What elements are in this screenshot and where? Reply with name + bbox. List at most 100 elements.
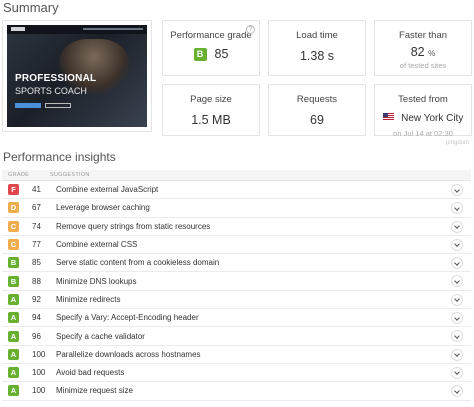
suggestion-column-header: SUGGESTION bbox=[50, 172, 90, 178]
thumbnail-subheadline: SPORTS COACH bbox=[15, 86, 87, 96]
faster-than-card: Faster than 82 % of tested sites bbox=[374, 20, 472, 76]
faster-than-unit: % bbox=[428, 49, 436, 58]
grade-badge: A bbox=[8, 312, 19, 324]
chevron-down-icon[interactable] bbox=[451, 330, 463, 343]
chevron-down-icon[interactable] bbox=[451, 257, 463, 270]
grade-badge: A bbox=[8, 293, 19, 305]
table-row[interactable]: A 94 Specify a Vary: Accept-Encoding heade… bbox=[2, 309, 471, 328]
grade-badge: A bbox=[8, 330, 19, 342]
thumbnail-navbar bbox=[7, 25, 147, 34]
load-time-label: Load time bbox=[296, 30, 338, 41]
table-row[interactable]: A 100 Avoid bad requests bbox=[2, 364, 471, 383]
chevron-down-icon[interactable] bbox=[451, 385, 463, 398]
table-row[interactable]: A 100 Parallelize downloads across hostnam… bbox=[2, 346, 471, 364]
faster-than-sub: of tested sites bbox=[399, 61, 447, 70]
faster-than-label: Faster than bbox=[398, 30, 448, 41]
table-row[interactable]: C 77 Combine external CSS bbox=[2, 236, 471, 255]
performance-grade-value: 85 bbox=[214, 47, 229, 61]
table-row[interactable]: D 67 Leverage browser caching bbox=[2, 199, 471, 218]
grade-score: 77 bbox=[32, 240, 41, 250]
grade-column-header: GRADE bbox=[8, 172, 30, 178]
suggestion-text: Parallelize downloads across hostnames bbox=[56, 349, 201, 359]
grade-badge: B bbox=[8, 257, 19, 269]
grade-score: 92 bbox=[32, 294, 41, 304]
pingdom-watermark: pingdom bbox=[446, 140, 470, 146]
insights-table: GRADE SUGGESTION F 41 Combine external Jav… bbox=[2, 170, 471, 401]
grade-badge: A bbox=[8, 385, 19, 397]
chevron-down-icon[interactable] bbox=[451, 312, 463, 325]
suggestion-text: Remove query strings from static resourc… bbox=[56, 221, 211, 231]
suggestion-text: Specify a cache validator bbox=[56, 331, 145, 341]
tested-from-label: Tested from bbox=[398, 94, 448, 105]
table-row[interactable]: F 41 Combine external JavaScript bbox=[2, 181, 471, 200]
summary-title: Summary bbox=[3, 0, 59, 15]
info-icon[interactable]: ? bbox=[246, 25, 255, 34]
suggestion-text: Minimize DNS lookups bbox=[56, 276, 137, 286]
suggestion-text: Specify a Vary: Accept-Encoding header bbox=[56, 313, 199, 323]
table-row[interactable]: C 74 Remove query strings from static reso… bbox=[2, 218, 471, 236]
tested-from-date: on Jul 14 at 02:30 bbox=[393, 129, 453, 138]
grade-badge: C bbox=[8, 239, 19, 251]
suggestion-text: Avoid bad requests bbox=[56, 368, 125, 378]
grade-badge: C bbox=[8, 220, 19, 232]
grade-score: 100 bbox=[32, 368, 46, 378]
load-time-card: Load time 1.38 s bbox=[268, 20, 366, 76]
requests-card: Requests 69 bbox=[268, 84, 366, 136]
thumbnail-button-outline bbox=[45, 103, 71, 108]
performance-grade-label: Performance grade bbox=[170, 30, 252, 41]
chevron-down-icon[interactable] bbox=[451, 366, 463, 379]
page-size-value: 1.5 MB bbox=[191, 113, 231, 127]
page-size-label: Page size bbox=[190, 94, 232, 105]
suggestion-text: Leverage browser caching bbox=[56, 203, 150, 213]
grade-score: 100 bbox=[32, 386, 46, 396]
requests-value: 69 bbox=[310, 113, 324, 127]
tested-from-city: New York City bbox=[401, 113, 464, 124]
grade-score: 67 bbox=[32, 203, 41, 213]
table-row[interactable]: B 85 Serve static content from a cookieles… bbox=[2, 254, 471, 273]
grade-score: 100 bbox=[32, 349, 46, 359]
grade-score: 96 bbox=[32, 331, 41, 341]
grade-badge: D bbox=[8, 202, 19, 214]
suggestion-text: Minimize redirects bbox=[56, 294, 121, 304]
performance-grade-card: Performance grade ? B 85 bbox=[162, 20, 260, 76]
grade-score: 85 bbox=[32, 258, 41, 268]
us-flag-icon bbox=[382, 113, 394, 121]
performance-insights-title: Performance insights bbox=[3, 150, 116, 164]
chevron-down-icon[interactable] bbox=[451, 202, 463, 215]
suggestion-text: Combine external CSS bbox=[56, 240, 138, 250]
grade-badge: B bbox=[8, 275, 19, 287]
chevron-down-icon[interactable] bbox=[451, 184, 463, 196]
suggestion-text: Minimize request size bbox=[56, 386, 133, 396]
table-row[interactable]: B 88 Minimize DNS lookups bbox=[2, 272, 471, 291]
grade-score: 94 bbox=[32, 313, 41, 323]
chevron-down-icon[interactable] bbox=[451, 293, 463, 306]
thumbnail-image: PROFESSIONAL SPORTS COACH bbox=[7, 25, 147, 127]
thumbnail-headline: PROFESSIONAL bbox=[15, 73, 97, 84]
grade-badge: F bbox=[8, 184, 19, 196]
chevron-down-icon[interactable] bbox=[451, 238, 463, 251]
chevron-down-icon[interactable] bbox=[451, 275, 463, 288]
website-thumbnail[interactable]: PROFESSIONAL SPORTS COACH bbox=[2, 20, 152, 132]
page-size-card: Page size 1.5 MB bbox=[162, 84, 260, 136]
chevron-down-icon[interactable] bbox=[451, 220, 463, 233]
thumbnail-button bbox=[15, 103, 41, 108]
grade-badge: A bbox=[8, 367, 19, 379]
grade-badge: B bbox=[193, 47, 207, 61]
insights-rows: F 41 Combine external JavaScript D 67 Leverag… bbox=[2, 181, 471, 401]
thumbnail-menu bbox=[83, 28, 143, 30]
load-time-value: 1.38 s bbox=[299, 49, 335, 63]
table-row[interactable]: A 96 Specify a cache validator bbox=[2, 327, 471, 346]
tested-from-card: Tested from New York City on Jul 14 at 0… bbox=[374, 84, 472, 138]
suggestion-text: Combine external JavaScript bbox=[56, 185, 159, 195]
grade-score: 74 bbox=[32, 221, 41, 231]
table-row[interactable]: A 100 Minimize request size bbox=[2, 382, 471, 401]
chevron-down-icon[interactable] bbox=[451, 348, 463, 361]
grade-score: 88 bbox=[32, 276, 41, 286]
suggestion-text: Serve static content from a cookieless d… bbox=[56, 258, 220, 268]
thumbnail-logo bbox=[11, 27, 25, 31]
faster-than-value: 82 bbox=[410, 45, 425, 59]
grade-score: 41 bbox=[32, 185, 41, 195]
insights-table-header: GRADE SUGGESTION bbox=[2, 170, 471, 181]
grade-badge: A bbox=[8, 348, 19, 360]
table-row[interactable]: A 92 Minimize redirects bbox=[2, 291, 471, 310]
